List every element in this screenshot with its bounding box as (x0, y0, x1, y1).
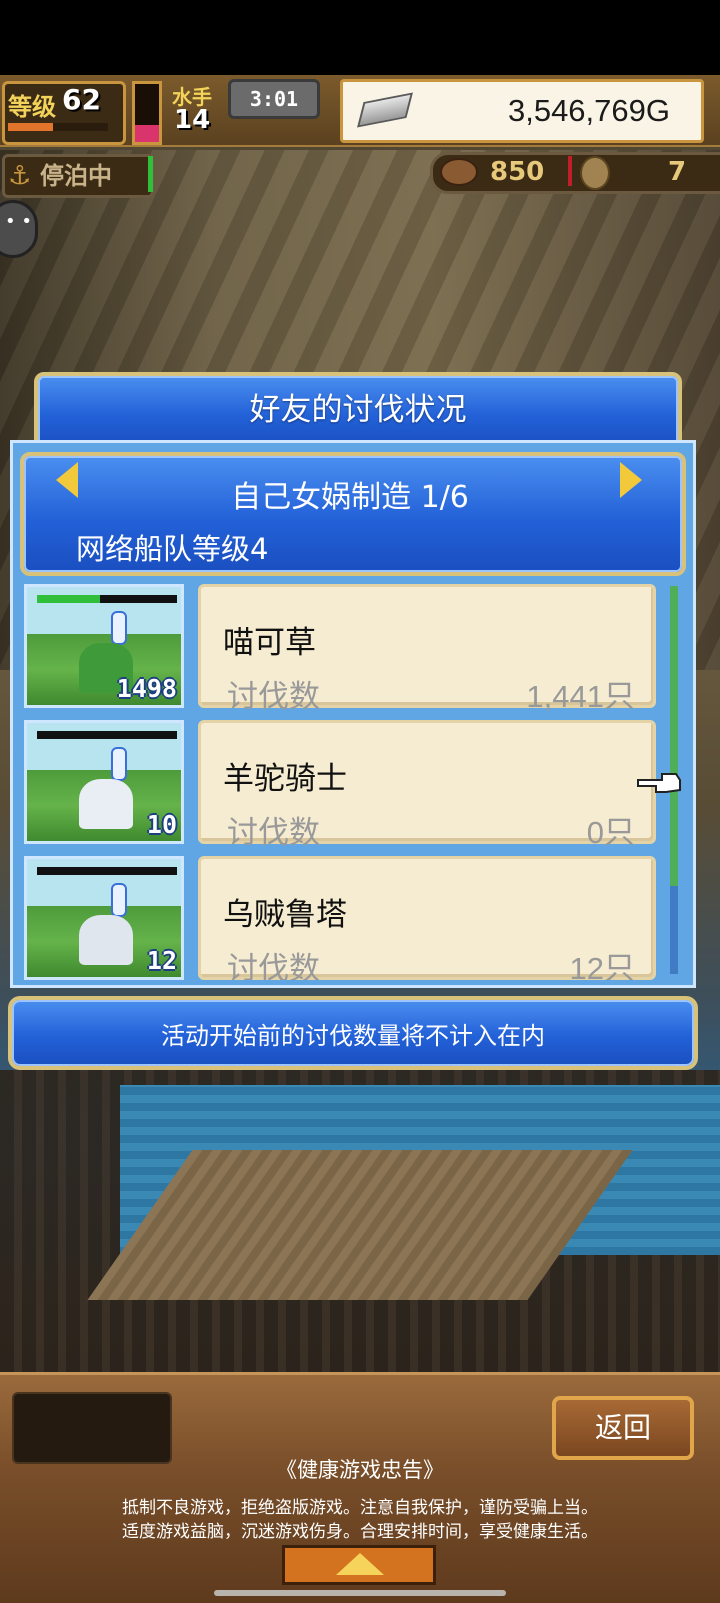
monster-number: 12 (146, 946, 177, 975)
level-progress-fill (8, 123, 53, 131)
notice-text: 活动开始前的讨伐数量将不计入在内 (161, 1022, 545, 1050)
food-value: 850 (490, 157, 545, 187)
stamina-gauge (132, 81, 162, 145)
monster-hp-fill (37, 595, 100, 603)
signal-indicator (148, 156, 153, 192)
home-indicator[interactable] (214, 1590, 506, 1596)
monster-card: 羊驼骑士 讨伐数 0只 (198, 720, 656, 851)
monster-thumbnail: 12 (24, 856, 184, 980)
monster-name: 乌贼鲁塔 (223, 897, 347, 933)
monster-number: 1498 (116, 674, 177, 703)
exclamation-icon (111, 747, 127, 781)
level-label: 等级 (8, 93, 56, 121)
health-advisory-title: 《健康游戏忠告》 (276, 1458, 444, 1482)
list-item[interactable]: 10 羊驼骑士 讨伐数 0只 (20, 716, 660, 851)
meat-food-icon (440, 158, 478, 186)
event-title: 自己女娲制造 1/6 (231, 480, 469, 515)
prev-arrow-button[interactable] (56, 462, 78, 498)
back-button-label[interactable]: 返回 (552, 1396, 694, 1460)
kill-count-value: 12只 (569, 951, 635, 980)
gold-value: 3,546,769G (507, 93, 670, 128)
top-hud: 等级 62 水手 14 3:01 3,546,769G (0, 75, 720, 147)
kill-count-label: 讨伐数 (227, 815, 320, 851)
monster-hp-bar (37, 731, 177, 739)
monster-card: 喵可草 讨伐数 1,441只 (198, 584, 656, 715)
fleet-level-label: 网络船队等级4 (76, 532, 269, 566)
up-arrow-icon (336, 1553, 384, 1575)
monster-name: 喵可草 (223, 625, 316, 661)
monster-card: 乌贼鲁塔 讨伐数 12只 (198, 856, 656, 980)
crew-value: 14 (174, 105, 211, 135)
coin-icon (580, 156, 610, 190)
list-item[interactable]: 12 乌贼鲁塔 讨伐数 12只 (20, 852, 660, 980)
timer-panel: 3:01 (228, 79, 320, 119)
monster-list[interactable]: 1498 喵可草 讨伐数 1,441只 10 羊驼骑士 讨伐数 0只 12 乌贼… (20, 580, 680, 980)
other-resource-value: 7 (668, 157, 687, 187)
monster-thumbnail: 10 (24, 720, 184, 844)
pointing-hand-cursor-icon (637, 773, 681, 793)
kill-count-label: 讨伐数 (227, 951, 320, 980)
monster-hp-bar (37, 867, 177, 875)
monster-name: 羊驼骑士 (223, 761, 347, 797)
dialog-title: 好友的讨伐状况 (249, 392, 467, 428)
level-value: 62 (62, 83, 101, 116)
monster-sprite (79, 915, 133, 965)
anchor-icon: ⚓ (8, 161, 32, 191)
health-advisory-line2: 适度游戏益脑，沉迷游戏伤身。合理安排时间，享受健康生活。 (122, 1522, 598, 1542)
exclamation-icon (111, 883, 127, 917)
list-item[interactable]: 1498 喵可草 讨伐数 1,441只 (20, 580, 660, 715)
list-scroll-thumb[interactable] (670, 586, 678, 886)
next-arrow-button[interactable] (620, 462, 642, 498)
resource-divider (568, 156, 572, 186)
monster-thumbnail: 1498 (24, 584, 184, 708)
monster-sprite (79, 779, 133, 829)
health-advisory-line1: 抵制不良游戏，拒绝盗版游戏。注意自我保护，谨防受骗上当。 (122, 1498, 598, 1518)
monster-number: 10 (146, 810, 177, 839)
kill-count-value: 0只 (586, 815, 635, 850)
exclamation-icon (111, 611, 127, 645)
kill-count-value: 1,441只 (526, 679, 635, 714)
monster-hp-bar (37, 595, 177, 603)
docked-status-label: 停泊中 (40, 162, 112, 190)
timer-value: 3:01 (249, 87, 299, 111)
stamina-fill (135, 124, 159, 142)
level-progress-bar (8, 123, 108, 131)
kill-count-label: 讨伐数 (227, 679, 320, 715)
